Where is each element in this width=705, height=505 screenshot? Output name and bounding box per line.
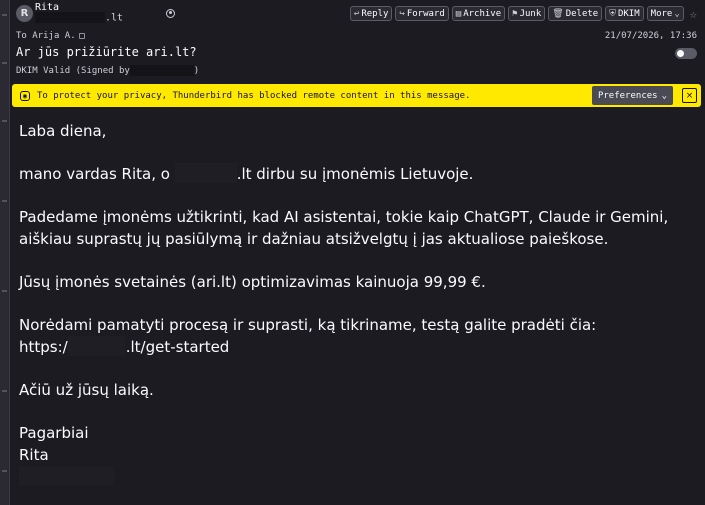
redacted-email [35,12,105,23]
pane-marker [2,14,7,16]
redacted-domain [129,65,194,76]
more-button[interactable]: More ⌄ [646,6,684,21]
message-body: Laba diena, mano vardas Rita, o .lt dirb… [10,109,705,505]
reply-button[interactable]: ↩ Reply [349,6,393,21]
privacy-icon: ◉ [20,90,30,101]
folder-pane-edge [0,0,10,505]
archive-button[interactable]: ▤ Archive [451,6,506,21]
intro-paragraph: mano vardas Rita, o .lt dirbu su įmonėmi… [19,163,474,183]
link-paragraph: Norėdami pamatyti procesą ir suprasti, k… [19,316,597,356]
pane-marker [2,390,7,392]
reply-icon: ↩ [353,8,360,19]
recipient-line: To Arija A. [16,31,85,41]
view-toggle[interactable] [675,48,697,59]
forward-button[interactable]: ↪ Forward [395,6,449,21]
preferences-button[interactable]: Preferences ⌄ [591,86,673,105]
junk-icon: ⚑ [512,8,518,19]
pane-marker [2,290,7,292]
contact-card-icon[interactable] [78,32,85,39]
redacted-link-domain [67,336,126,356]
greeting: Laba diena, [19,122,107,140]
message-date: 21/07/2026, 17:36 [604,31,697,41]
pricing-paragraph: Jūsų įmonės svetainės (ari.lt) optimizav… [19,273,486,291]
add-contact-icon[interactable] [166,9,175,18]
get-started-link[interactable]: https:/.lt/get-started [19,336,229,356]
signature-block: Pagarbiai Rita [19,422,696,488]
redacted-signature [19,466,114,486]
junk-button[interactable]: ⚑ Junk [508,6,546,21]
forward-icon: ↪ [399,8,405,19]
redacted-company [174,163,237,183]
services-paragraph: Padedame įmonėms užtikrinti, kad AI asis… [19,208,669,248]
close-notification-button[interactable]: × [682,88,697,103]
message-header: R Rita .lt ↩ Reply ↪ Forward ▤ Archive ⚑ Jun… [10,0,705,82]
dkim-status: DKIM Valid (Signed by) [16,65,200,76]
message-toolbar: ↩ Reply ↪ Forward ▤ Archive ⚑ Junk 🗑 Delete ⛨… [349,6,697,21]
sender-avatar: R [16,5,33,22]
star-icon[interactable]: ☆ [690,7,697,21]
delete-button[interactable]: 🗑 Delete [548,6,603,21]
recipient-name[interactable]: Arija A. [32,31,75,41]
sender-email-domain: .lt [105,12,124,24]
pane-marker [2,200,7,202]
message-subject: Ar jūs prižiūrite ari.lt? [16,45,197,59]
remote-content-notification: ◉ To protect your privacy, Thunderbird h… [12,84,701,107]
trash-icon: 🗑 [552,8,564,19]
pane-marker [2,62,7,64]
notification-text: To protect your privacy, Thunderbird has… [37,90,471,101]
pane-marker [2,120,7,122]
archive-icon: ▤ [455,8,462,19]
dkim-button[interactable]: ⛨ DKIM [605,6,644,21]
shield-icon: ⛨ [609,8,616,19]
chevron-down-icon: ⌄ [674,8,680,19]
pane-marker [2,470,7,472]
chevron-down-icon: ⌄ [661,90,667,101]
sender-email[interactable]: .lt [35,12,123,24]
thanks-paragraph: Ačiū už jūsų laiką. [19,381,154,399]
